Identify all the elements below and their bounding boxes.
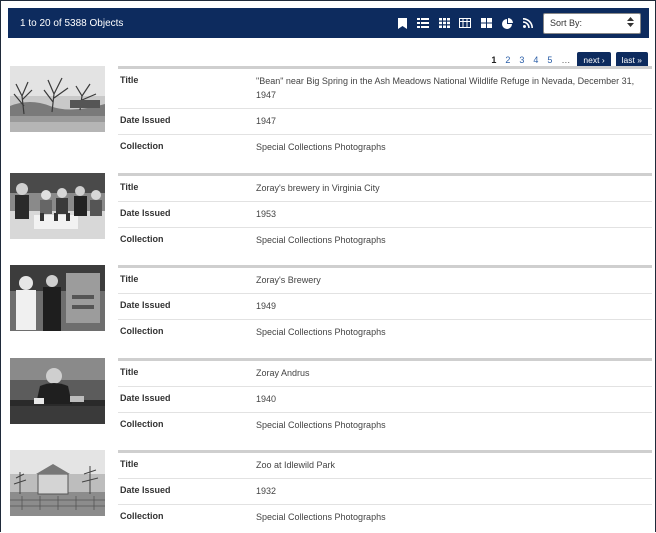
- title-label: Title: [120, 459, 139, 469]
- page-link-4[interactable]: 4: [531, 55, 540, 65]
- result-thumbnail[interactable]: [10, 358, 105, 424]
- date-issued-value: 1947: [256, 115, 277, 126]
- result-metadata: Title Zoo at Idlewild Park Date Issued 193…: [118, 450, 652, 530]
- page-link-1[interactable]: 1: [489, 55, 498, 65]
- result-thumbnail[interactable]: [10, 173, 105, 239]
- list-icon[interactable]: [417, 17, 429, 29]
- page-link-5[interactable]: 5: [545, 55, 554, 65]
- result-metadata: Title "Bean" near Big Spring in the Ash M…: [118, 66, 652, 160]
- collection-value[interactable]: Special Collections Photographs: [256, 505, 652, 530]
- table-icon[interactable]: [459, 17, 471, 29]
- sort-by-select[interactable]: Sort By:: [543, 12, 641, 34]
- date-issued-value: 1940: [256, 393, 277, 404]
- page-link-2[interactable]: 2: [503, 55, 512, 65]
- rss-icon[interactable]: [522, 17, 534, 29]
- pagination-ellipsis: …: [561, 55, 571, 65]
- pie-chart-icon[interactable]: [501, 17, 513, 29]
- date-issued-label: Date Issued: [120, 299, 171, 310]
- date-issued-label: Date Issued: [120, 392, 171, 403]
- bookmark-icon[interactable]: [396, 17, 408, 29]
- title-label: Title: [120, 182, 139, 192]
- date-issued-value: 1949: [256, 300, 277, 311]
- select-arrows-icon: [627, 17, 634, 29]
- title-value[interactable]: "Bean" near Big Spring in the Ash Meadow…: [256, 69, 652, 108]
- collection-label: Collection: [120, 140, 164, 151]
- collection-label: Collection: [120, 325, 164, 336]
- date-issued-label: Date Issued: [120, 207, 171, 218]
- date-issued-label: Date Issued: [120, 114, 171, 125]
- result-metadata: Title Zoray's brewery in Virginia City Da…: [118, 173, 652, 253]
- title-label: Title: [120, 274, 139, 284]
- collection-label: Collection: [120, 418, 164, 429]
- date-issued-value: 1932: [256, 485, 277, 496]
- title-label: Title: [120, 75, 139, 85]
- result-thumbnail[interactable]: [10, 265, 105, 331]
- result-thumbnail[interactable]: [10, 450, 105, 516]
- title-value[interactable]: Zoray Andrus: [256, 361, 652, 386]
- title-label: Title: [120, 367, 139, 377]
- collection-value[interactable]: Special Collections Photographs: [256, 320, 652, 345]
- result-thumbnail[interactable]: [10, 66, 105, 132]
- collection-value[interactable]: Special Collections Photographs: [256, 413, 652, 438]
- results-toolbar: 1 to 20 of 5388 Objects Sort By:: [8, 8, 649, 38]
- page-link-3[interactable]: 3: [517, 55, 526, 65]
- grid-icon[interactable]: [438, 17, 450, 29]
- title-value[interactable]: Zoray's brewery in Virginia City: [256, 176, 652, 201]
- sort-by-label: Sort By:: [550, 18, 583, 28]
- date-issued-value: 1953: [256, 208, 277, 219]
- date-issued-label: Date Issued: [120, 484, 171, 495]
- collection-label: Collection: [120, 510, 164, 521]
- collection-value[interactable]: Special Collections Photographs: [256, 135, 652, 160]
- results-count: 1 to 20 of 5388 Objects: [20, 17, 124, 29]
- collection-value[interactable]: Special Collections Photographs: [256, 228, 652, 253]
- result-metadata: Title Zoray's Brewery Date Issued 1949 Col…: [118, 265, 652, 345]
- title-value[interactable]: Zoo at Idlewild Park: [256, 453, 652, 478]
- result-metadata: Title Zoray Andrus Date Issued 1940 Collec…: [118, 358, 652, 438]
- tile-icon[interactable]: [480, 17, 492, 29]
- title-value[interactable]: Zoray's Brewery: [256, 268, 652, 293]
- collection-label: Collection: [120, 233, 164, 244]
